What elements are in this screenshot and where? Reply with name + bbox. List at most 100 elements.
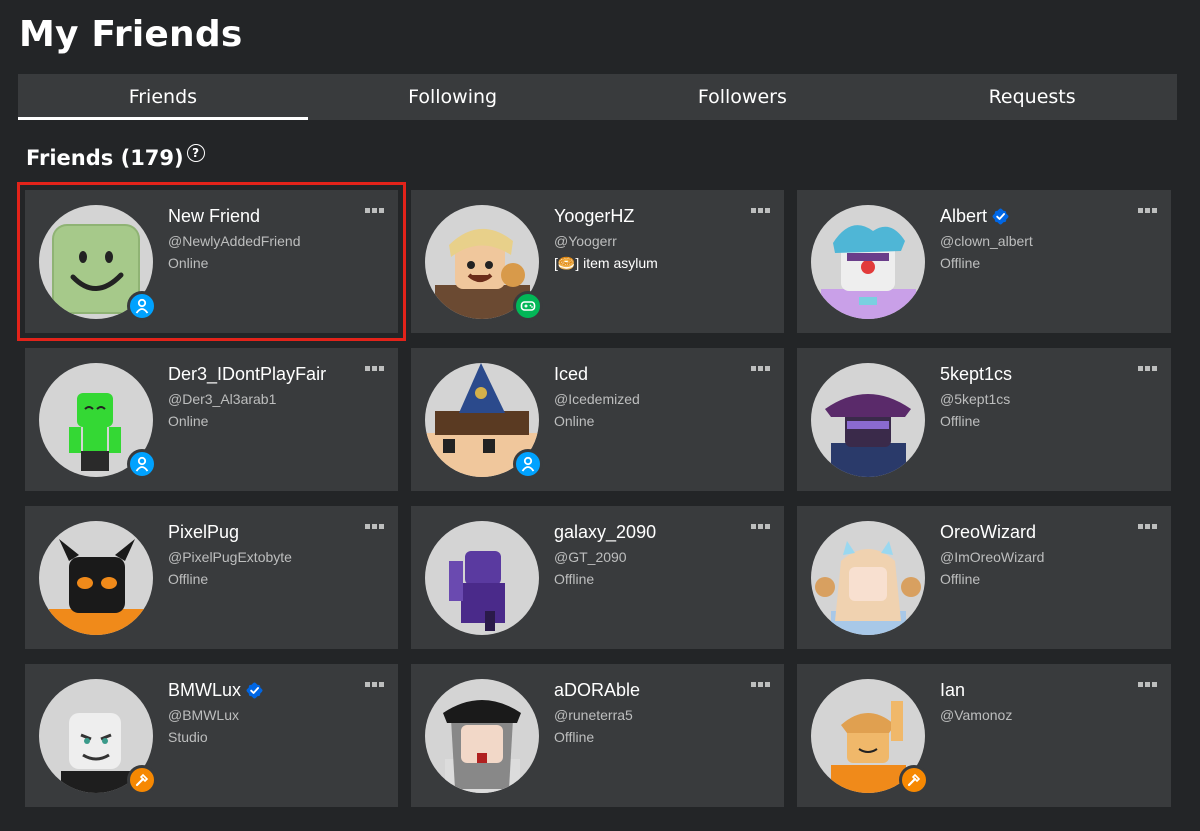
avatar[interactable] bbox=[811, 521, 925, 635]
avatar-wrapper[interactable] bbox=[39, 679, 157, 795]
avatar-wrapper[interactable] bbox=[425, 205, 543, 321]
avatar[interactable] bbox=[425, 679, 539, 793]
friend-name-row[interactable]: New Friend bbox=[168, 206, 358, 227]
more-options-icon[interactable] bbox=[365, 524, 384, 529]
friend-name-row[interactable]: Iced bbox=[554, 364, 744, 385]
friend-info: Iced @Icedemized Online bbox=[554, 364, 744, 429]
friend-info: aDORAble @runeterra5 Offline bbox=[554, 680, 744, 745]
more-options-icon[interactable] bbox=[365, 682, 384, 687]
more-options-icon[interactable] bbox=[751, 524, 770, 529]
avatar[interactable] bbox=[811, 205, 925, 319]
friend-handle: @Yoogerr bbox=[554, 233, 617, 249]
avatar-wrapper[interactable] bbox=[811, 521, 925, 635]
avatar-wrapper[interactable] bbox=[39, 205, 157, 321]
more-options-icon[interactable] bbox=[751, 208, 770, 213]
friend-handle: @runeterra5 bbox=[554, 707, 633, 723]
friend-name[interactable]: galaxy_2090 bbox=[554, 522, 656, 543]
friends-tabs: Friends Following Followers Requests bbox=[18, 74, 1177, 120]
friend-name-row[interactable]: Albert bbox=[940, 206, 1130, 227]
more-options-icon[interactable] bbox=[365, 366, 384, 371]
tab-friends[interactable]: Friends bbox=[18, 74, 308, 120]
section-header: Friends (179) ? bbox=[26, 144, 205, 170]
friend-name-row[interactable]: BMWLux bbox=[168, 680, 358, 701]
tab-requests[interactable]: Requests bbox=[887, 74, 1177, 120]
presence-online-icon bbox=[127, 291, 157, 321]
friend-card[interactable]: New Friend @NewlyAddedFriend Online bbox=[17, 182, 406, 341]
friend-name-row[interactable]: Der3_IDontPlayFair bbox=[168, 364, 358, 385]
more-options-icon[interactable] bbox=[1138, 524, 1157, 529]
avatar-wrapper[interactable] bbox=[425, 679, 539, 793]
friend-handle: @Vamonoz bbox=[940, 707, 1013, 723]
avatar-wrapper[interactable] bbox=[425, 363, 543, 479]
page-title: My Friends bbox=[19, 14, 243, 55]
more-options-icon[interactable] bbox=[751, 682, 770, 687]
avatar-wrapper[interactable] bbox=[425, 521, 539, 635]
friend-card[interactable]: Ian @Vamonoz bbox=[797, 664, 1171, 807]
friend-handle: @ImOreoWizard bbox=[940, 549, 1045, 565]
friend-card[interactable]: Iced @Icedemized Online bbox=[411, 348, 784, 491]
friend-card[interactable]: PixelPug @PixelPugExtobyte Offline bbox=[25, 506, 398, 649]
friend-info: Ian @Vamonoz bbox=[940, 680, 1130, 729]
friend-info: New Friend @NewlyAddedFriend Online bbox=[168, 206, 358, 271]
friend-card[interactable]: OreoWizard @ImOreoWizard Offline bbox=[797, 506, 1171, 649]
friend-card[interactable]: BMWLux @BMWLux Studio bbox=[25, 664, 398, 807]
friend-status: Online bbox=[168, 413, 209, 429]
avatar-wrapper[interactable] bbox=[39, 363, 157, 479]
friend-status: Offline bbox=[940, 413, 981, 429]
friend-info: OreoWizard @ImOreoWizard Offline bbox=[940, 522, 1130, 587]
more-options-icon[interactable] bbox=[365, 208, 384, 213]
friend-name[interactable]: BMWLux bbox=[168, 680, 241, 701]
friend-card[interactable]: Der3_IDontPlayFair @Der3_Al3arab1 Online bbox=[25, 348, 398, 491]
friend-name[interactable]: aDORAble bbox=[554, 680, 640, 701]
friend-status: [🥯] item asylum bbox=[554, 255, 658, 271]
friend-name[interactable]: 5kept1cs bbox=[940, 364, 1012, 385]
presence-online-icon bbox=[513, 449, 543, 479]
avatar-wrapper[interactable] bbox=[811, 205, 925, 319]
friend-card[interactable]: aDORAble @runeterra5 Offline bbox=[411, 664, 784, 807]
friend-info: Der3_IDontPlayFair @Der3_Al3arab1 Online bbox=[168, 364, 358, 429]
more-options-icon[interactable] bbox=[1138, 366, 1157, 371]
avatar-wrapper[interactable] bbox=[39, 521, 153, 635]
friend-name[interactable]: Iced bbox=[554, 364, 588, 385]
friend-name-row[interactable]: 5kept1cs bbox=[940, 364, 1130, 385]
tab-following[interactable]: Following bbox=[308, 74, 598, 120]
question-circle-icon[interactable]: ? bbox=[186, 144, 205, 162]
avatar-wrapper[interactable] bbox=[811, 363, 925, 477]
friend-name[interactable]: YoogerHZ bbox=[554, 206, 634, 227]
friend-status: Online bbox=[554, 413, 595, 429]
more-options-icon[interactable] bbox=[751, 366, 770, 371]
friend-name[interactable]: Ian bbox=[940, 680, 965, 701]
friend-name-row[interactable]: aDORAble bbox=[554, 680, 744, 701]
presence-online-icon bbox=[127, 449, 157, 479]
avatar[interactable] bbox=[425, 521, 539, 635]
verified-badge-icon bbox=[246, 682, 263, 699]
section-title: Friends (179) bbox=[26, 146, 184, 170]
friend-name-row[interactable]: YoogerHZ bbox=[554, 206, 744, 227]
more-options-icon[interactable] bbox=[1138, 208, 1157, 213]
avatar[interactable] bbox=[811, 363, 925, 477]
more-options-icon[interactable] bbox=[1138, 682, 1157, 687]
tab-followers[interactable]: Followers bbox=[598, 74, 888, 120]
friend-card[interactable]: Albert @clown_albert Offline bbox=[797, 190, 1171, 333]
friend-status: Offline bbox=[554, 571, 595, 587]
friends-grid: New Friend @NewlyAddedFriend Online YoogerH… bbox=[17, 182, 1171, 807]
friend-handle: @Der3_Al3arab1 bbox=[168, 391, 277, 407]
friend-handle: @PixelPugExtobyte bbox=[168, 549, 292, 565]
friend-card[interactable]: 5kept1cs @5kept1cs Offline bbox=[797, 348, 1171, 491]
friend-name[interactable]: New Friend bbox=[168, 206, 260, 227]
friend-name-row[interactable]: PixelPug bbox=[168, 522, 358, 543]
friend-name-row[interactable]: Ian bbox=[940, 680, 1130, 701]
friend-card[interactable]: galaxy_2090 @GT_2090 Offline bbox=[411, 506, 784, 649]
friend-name[interactable]: PixelPug bbox=[168, 522, 239, 543]
friend-name[interactable]: OreoWizard bbox=[940, 522, 1036, 543]
friend-card[interactable]: YoogerHZ @Yoogerr [🥯] item asylum bbox=[411, 190, 784, 333]
friend-info: PixelPug @PixelPugExtobyte Offline bbox=[168, 522, 358, 587]
avatar[interactable] bbox=[39, 521, 153, 635]
friend-name-row[interactable]: OreoWizard bbox=[940, 522, 1130, 543]
friend-status: Offline bbox=[940, 571, 981, 587]
friend-handle: @NewlyAddedFriend bbox=[168, 233, 301, 249]
friend-name-row[interactable]: galaxy_2090 bbox=[554, 522, 744, 543]
friend-name[interactable]: Der3_IDontPlayFair bbox=[168, 364, 326, 385]
friend-name[interactable]: Albert bbox=[940, 206, 987, 227]
avatar-wrapper[interactable] bbox=[811, 679, 929, 795]
